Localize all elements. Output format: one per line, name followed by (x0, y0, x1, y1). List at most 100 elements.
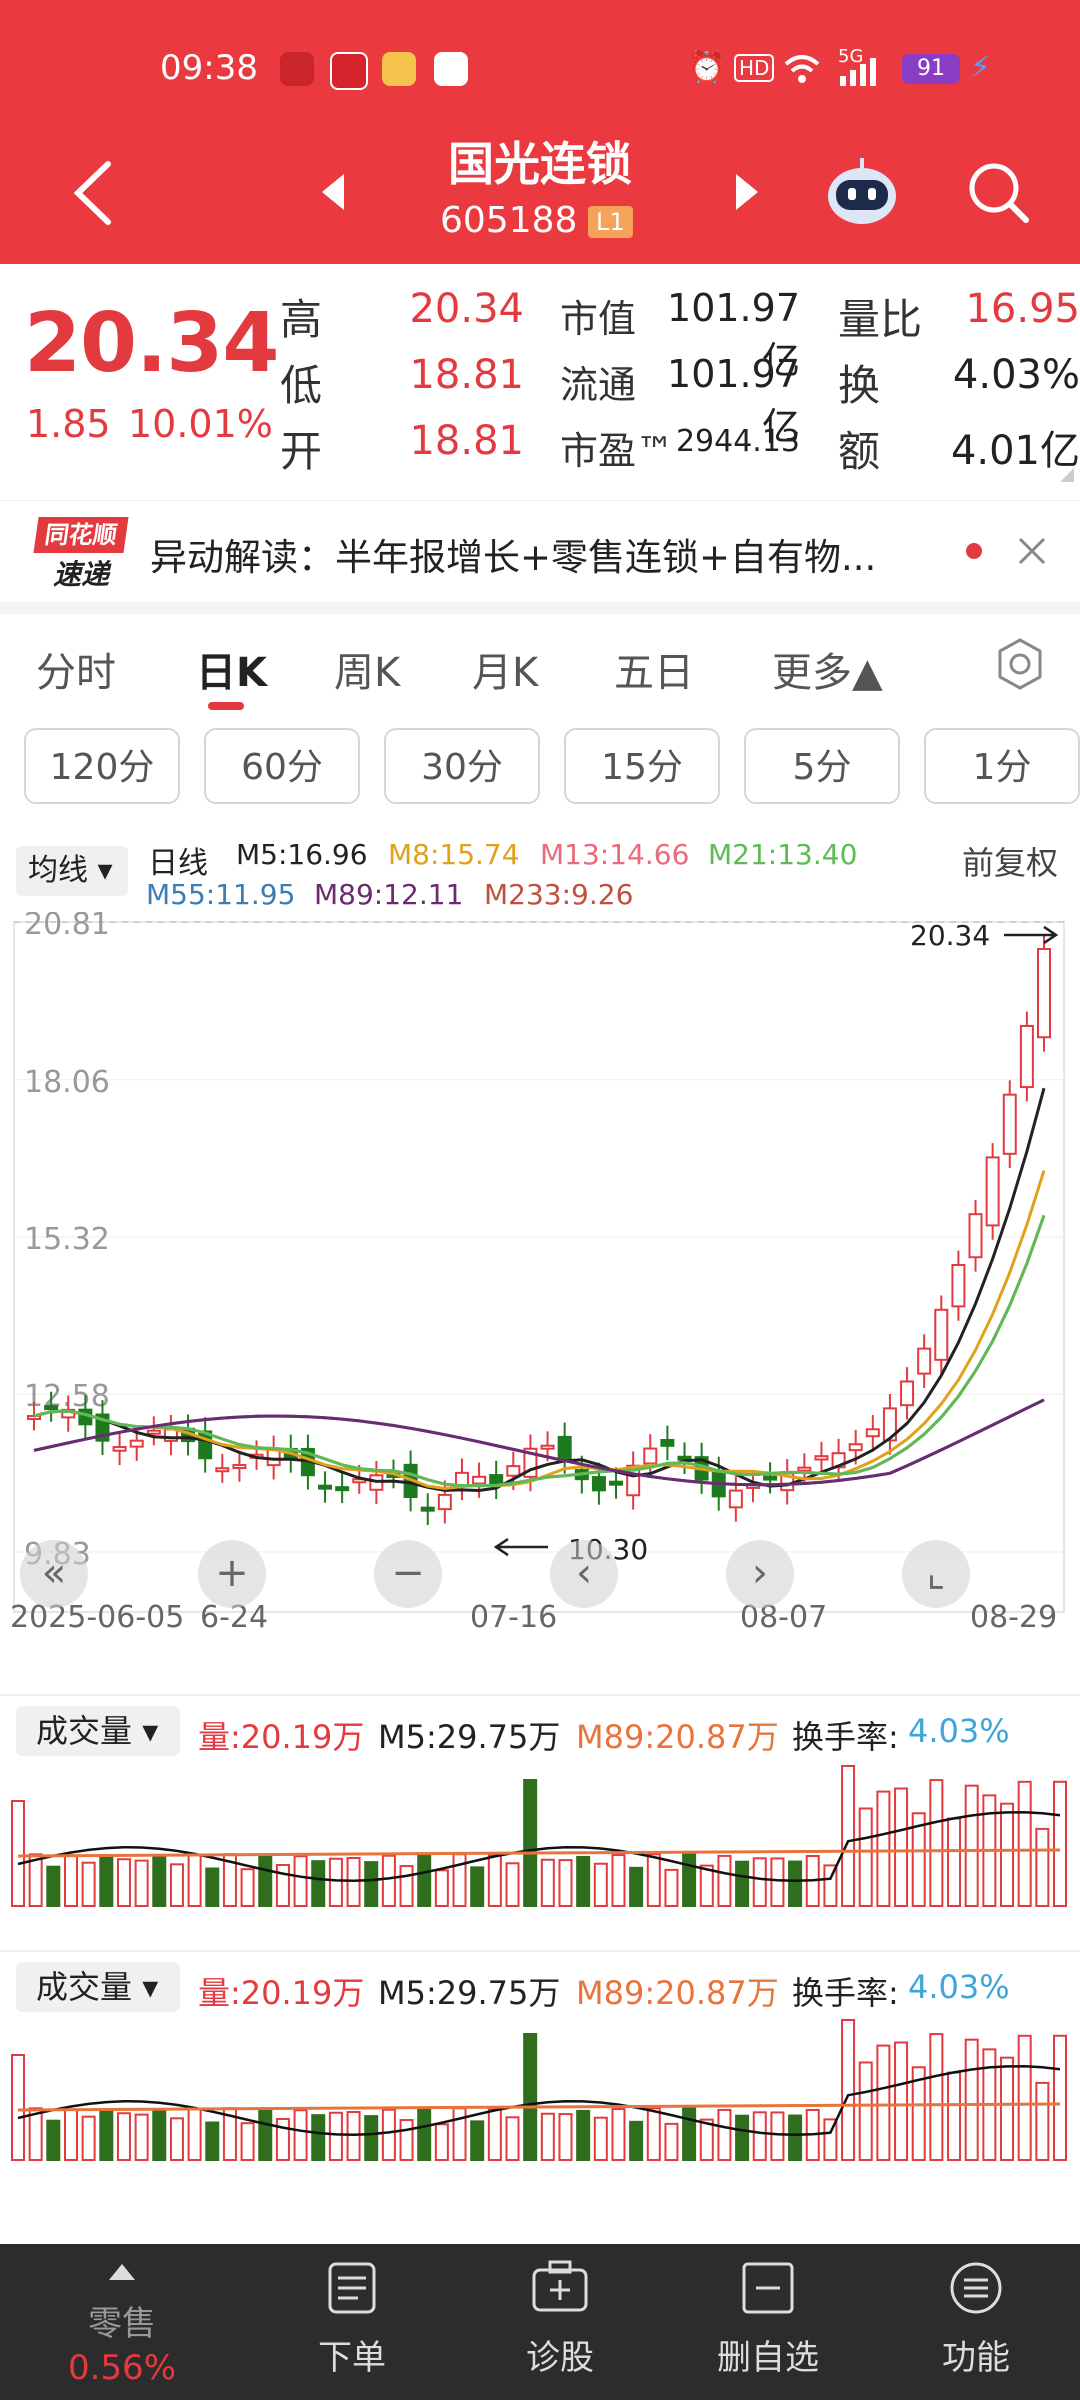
alarm-icon: ⏰ (688, 50, 726, 85)
volume-indicator-select[interactable]: 成交量 ▾ (16, 1706, 180, 1756)
volume-bar (540, 2112, 555, 2161)
candle (968, 1199, 983, 1272)
quote-value: 4.03% (952, 352, 1080, 398)
volume-bar (699, 2118, 714, 2161)
volume-bar (1035, 1827, 1050, 1907)
svg-text:«: « (42, 1550, 66, 1596)
pan-left-icon[interactable]: ‹ (550, 1540, 618, 1608)
bottom-nav-item[interactable]: 删自选 (668, 2252, 868, 2392)
turnover-label: 换手率: (792, 1974, 899, 2012)
tab-minute[interactable]: 1分 (924, 728, 1080, 804)
bottom-nav-item[interactable]: 零售 0.56% (22, 2252, 222, 2392)
quote-label: 市值 (560, 297, 637, 341)
candle (626, 1451, 641, 1510)
zoom-out-icon[interactable]: « (20, 1540, 88, 1608)
volume-indicator-select[interactable]: 成交量 ▾ (16, 1962, 180, 2012)
candle (951, 1250, 966, 1321)
volume-bar (558, 2113, 573, 2161)
volume-bar (523, 1779, 538, 1907)
volume-bar (876, 2044, 891, 2161)
volume-bar (752, 1857, 767, 1907)
tab-minute[interactable]: 5分 (744, 728, 900, 804)
bottom-nav-item[interactable]: 诊股 (460, 2252, 660, 2392)
quote-value: 18.81 (409, 418, 524, 464)
high-arrow-icon (1004, 925, 1059, 945)
bottom-nav-label: 零售 (88, 2304, 156, 2344)
volume-bar (894, 1787, 909, 1907)
search-icon[interactable] (964, 158, 1034, 228)
tab-period[interactable]: 月K (472, 640, 538, 698)
volume-bar (258, 2107, 273, 2161)
minus-icon[interactable]: − (374, 1540, 442, 1608)
app-icon (330, 52, 368, 90)
diagnose-icon (460, 2260, 660, 2320)
volume-bar (629, 1866, 644, 1907)
volume-bar (205, 1867, 220, 1908)
tab-period[interactable]: 日K (196, 640, 267, 698)
candle (780, 1459, 795, 1505)
zoom-in-icon[interactable]: + (198, 1540, 266, 1608)
candlestick-chart[interactable]: 20.8118.0615.3212.589.8320.3410.302025-0… (0, 912, 1080, 1632)
next-stock-icon[interactable] (732, 172, 762, 212)
wifi-icon (784, 55, 820, 83)
volume-bar (629, 2120, 644, 2161)
indicator-select[interactable]: 均线 ▾ (16, 846, 128, 896)
bottom-nav-item[interactable]: 功能 (876, 2252, 1076, 2392)
header-bar: 09:38 ⏰ HD 5G 91 ⚡ 国光连锁 605188 L1 (0, 0, 1080, 264)
tab-period[interactable]: 五日 (614, 640, 694, 698)
ma-value: M21:13.40 (708, 838, 858, 871)
volume-bar (735, 2114, 750, 2161)
svg-text:›: › (752, 1550, 768, 1596)
volume-bar (63, 2108, 78, 2161)
candle (660, 1425, 675, 1461)
ma-value: M8:15.74 (388, 838, 520, 871)
tab-minute[interactable]: 30分 (384, 728, 540, 804)
ma-value: M55:11.95 (146, 878, 296, 911)
volume-chart[interactable] (0, 1756, 1080, 1908)
volume-bar (1017, 2034, 1032, 2161)
volume-bar (381, 2108, 396, 2161)
news-banner[interactable]: 同花顺 速递 异动解读：半年报增长+零售连锁+自有物... (0, 500, 1080, 601)
volume-bar (258, 1853, 273, 1907)
volume-bar (134, 2113, 149, 2161)
volume-bar (205, 2121, 220, 2162)
tab-period[interactable]: 周K (334, 640, 400, 698)
app-icon (434, 52, 468, 86)
quote-label: 开 (280, 427, 323, 476)
bottom-nav-sub: 0.56% (67, 2348, 176, 2388)
volume-bar (964, 1784, 979, 1907)
price-change: 1.85 (26, 402, 111, 446)
volume-chart[interactable] (0, 2010, 1080, 2162)
stock-code: 605188 (440, 200, 578, 241)
volume-bar (275, 2117, 290, 2161)
candle (335, 1472, 350, 1504)
candle (198, 1417, 213, 1473)
volume-bar (858, 2061, 873, 2161)
tab-minute[interactable]: 60分 (204, 728, 360, 804)
close-icon[interactable] (1016, 535, 1048, 567)
settings-icon[interactable] (994, 636, 1046, 692)
bottom-nav-label: 功能 (942, 2338, 1010, 2378)
svg-text:‹: ‹ (576, 1550, 592, 1596)
volume-m89: M89:20.87万 (576, 1718, 779, 1756)
volume-m5: M5:29.75万 (378, 1974, 561, 2012)
volume-bar (152, 1855, 167, 1907)
candle (763, 1462, 778, 1494)
tab-period[interactable]: 更多▲ (772, 640, 883, 698)
volume-bar (417, 1853, 432, 1908)
tab-period[interactable]: 分时 (36, 640, 116, 698)
bottom-nav-item[interactable]: 下单 (252, 2252, 452, 2392)
tab-minute[interactable]: 120分 (24, 728, 180, 804)
pan-right-icon[interactable]: › (726, 1540, 794, 1608)
volume-bar (1000, 1802, 1015, 1908)
volume-bar (187, 2107, 202, 2161)
fullscreen-icon[interactable]: ⌞ (902, 1540, 970, 1608)
robot-assistant-icon[interactable] (822, 154, 902, 230)
volume-bar (717, 2108, 732, 2162)
adjust-button[interactable]: 前复权 (962, 838, 1058, 884)
status-time: 09:38 (160, 48, 258, 88)
candle (472, 1462, 487, 1498)
bottom-nav-label: 删自选 (717, 2338, 819, 2378)
volume-m89: M89:20.87万 (576, 1974, 779, 2012)
tab-minute[interactable]: 15分 (564, 728, 720, 804)
